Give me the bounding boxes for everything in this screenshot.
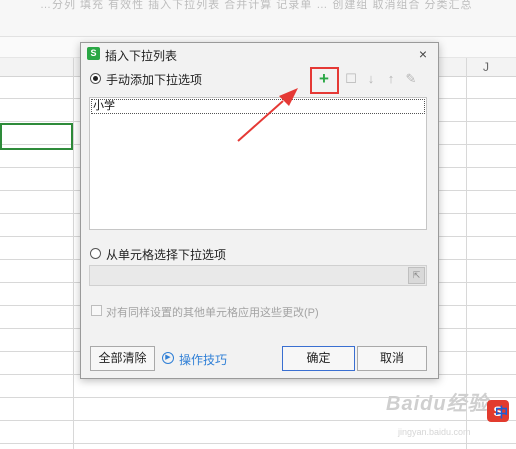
watermark-url: jingyan.baidu.com — [398, 427, 471, 437]
close-button[interactable]: × — [414, 45, 432, 63]
apply-same-label: 对有同样设置的其他单元格应用这些更改(P) — [106, 307, 319, 319]
ribbon-toolbar: …分列 填充 有效性 插入下拉列表 合并计算 记录单 … 创建组 取消组合 分类… — [0, 0, 516, 37]
cell-range-input[interactable]: ⇱ — [89, 265, 427, 286]
cell-option-radio[interactable] — [90, 248, 101, 259]
delete-item-icon[interactable]: ☐ — [343, 71, 359, 87]
help-tips-link[interactable]: 操作技巧 — [179, 351, 227, 368]
apply-same-checkbox[interactable] — [91, 305, 102, 316]
ribbon-text: …分列 填充 有效性 插入下拉列表 合并计算 记录单 … 创建组 取消组合 分类… — [40, 0, 473, 11]
selected-cell[interactable] — [0, 123, 73, 150]
dropdown-items-list[interactable]: 小学 — [89, 97, 427, 230]
wps-app-icon: S — [87, 47, 100, 60]
ok-button[interactable]: 确定 — [282, 346, 355, 371]
dialog-title: 插入下拉列表 — [105, 49, 178, 63]
input-method-indicator: 中 — [495, 405, 509, 420]
arrow-up-icon[interactable]: ↑ — [383, 71, 399, 87]
grid-column-line — [73, 58, 74, 449]
pencil-icon[interactable]: ✎ — [403, 71, 419, 87]
column-header-j[interactable]: J — [483, 60, 489, 74]
baidu-watermark: Baidu经验 — [386, 393, 489, 415]
play-circle-icon[interactable]: ▶ — [162, 352, 174, 364]
clear-all-button[interactable]: 全部清除 — [90, 346, 155, 371]
insert-dropdown-dialog: S 插入下拉列表 × 手动添加下拉选项 + ☐ ↓ ↑ ✎ 小学 从单元格选择下… — [80, 42, 439, 379]
range-select-icon[interactable]: ⇱ — [408, 267, 425, 284]
list-item[interactable]: 小学 — [91, 99, 425, 114]
add-button-highlight — [310, 67, 339, 94]
dialog-title-bar[interactable]: S 插入下拉列表 × — [81, 43, 438, 65]
arrow-down-icon[interactable]: ↓ — [363, 71, 379, 87]
cell-option-label[interactable]: 从单元格选择下拉选项 — [106, 246, 226, 263]
manual-option-radio[interactable] — [90, 73, 101, 84]
cancel-button[interactable]: 取消 — [357, 346, 427, 371]
manual-option-label[interactable]: 手动添加下拉选项 — [106, 71, 202, 88]
